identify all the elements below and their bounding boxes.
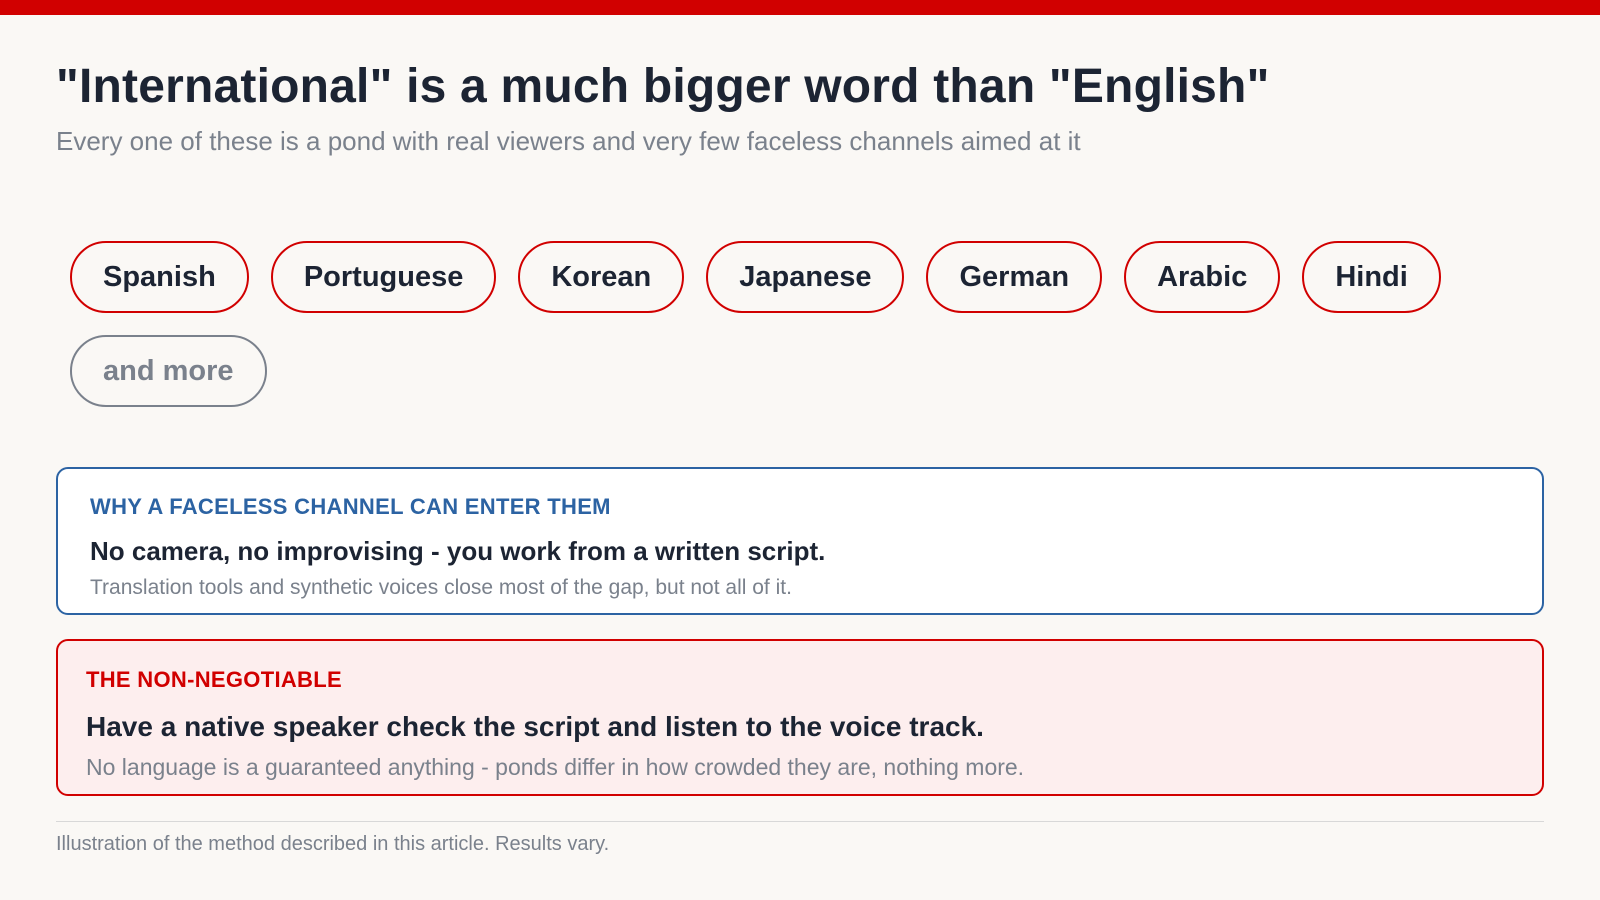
and-more-chip: and more xyxy=(70,335,267,407)
footer-divider xyxy=(56,821,1544,822)
language-chip-german: German xyxy=(926,241,1103,313)
language-chip-spanish: Spanish xyxy=(70,241,249,313)
why-card-headline: No camera, no improvising - you work fro… xyxy=(90,536,826,566)
main-content: "International" is a much bigger word th… xyxy=(56,55,1544,855)
rule-card-headline: Have a native speaker check the script a… xyxy=(86,711,984,742)
why-card-note: Translation tools and synthetic voices c… xyxy=(90,576,792,599)
rule-card-note: No language is a guaranteed anything - p… xyxy=(86,754,1025,780)
why-faceless-card: WHY A FACELESS CHANNEL CAN ENTER THEM No… xyxy=(56,467,1544,615)
language-chip-portuguese: Portuguese xyxy=(270,241,497,313)
rule-card-eyebrow: THE NON-NEGOTIABLE xyxy=(86,667,342,692)
why-card-eyebrow: WHY A FACELESS CHANNEL CAN ENTER THEM xyxy=(90,494,611,519)
page-subtitle: Every one of these is a pond with real v… xyxy=(56,126,1081,156)
language-chip-korean: Korean xyxy=(518,241,685,313)
language-chip-hindi: Hindi xyxy=(1302,241,1441,313)
language-chip-arabic: Arabic xyxy=(1124,241,1281,313)
page-title: "International" is a much bigger word th… xyxy=(56,60,1270,113)
language-chip-list: Spanish Portuguese Korean Japanese Germa… xyxy=(70,241,1530,407)
non-negotiable-card: THE NON-NEGOTIABLE Have a native speaker… xyxy=(56,639,1544,796)
language-chip-japanese: Japanese xyxy=(706,241,905,313)
top-accent-bar xyxy=(0,0,1600,15)
footer-disclaimer: Illustration of the method described in … xyxy=(56,833,610,855)
